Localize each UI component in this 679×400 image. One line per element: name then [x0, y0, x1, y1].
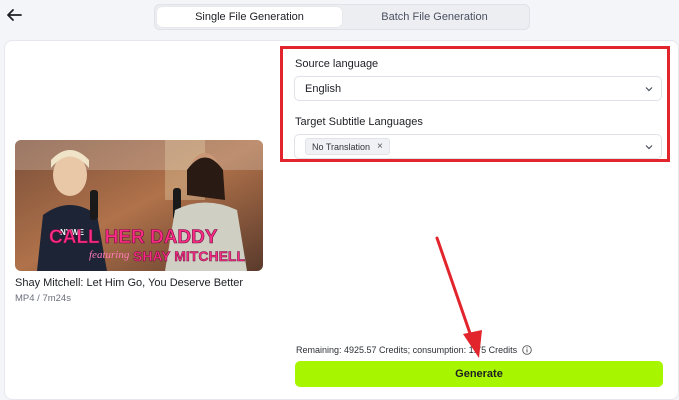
media-title: Shay Mitchell: Let Him Go, You Deserve B… [15, 277, 244, 289]
thumbnail-subtitle-text: featuring [89, 249, 130, 261]
tab-batch-file-generation[interactable]: Batch File Generation [342, 7, 527, 27]
info-icon[interactable] [522, 345, 532, 355]
credits-remaining: Remaining: 4925.57 Credits; consumption:… [296, 345, 532, 355]
thumbnail-name-text: SHAY MITCHELL [133, 248, 245, 264]
thumbnail-title-text: CALL HER DADDY [49, 227, 218, 248]
credits-remaining-text: Remaining: 4925.57 Credits; consumption:… [296, 345, 518, 355]
generate-button[interactable]: Generate [295, 361, 663, 387]
back-arrow-icon[interactable] [4, 5, 24, 25]
video-thumbnail-image: NYWE CALL HER DADDY featuring SHAY MITCH… [15, 140, 263, 271]
tab-single-file-generation[interactable]: Single File Generation [157, 7, 342, 27]
generation-mode-tabs: Single File Generation Batch File Genera… [154, 4, 530, 30]
annotation-highlight-box [280, 46, 670, 162]
video-thumbnail[interactable]: NYWE CALL HER DADDY featuring SHAY MITCH… [15, 140, 263, 271]
media-meta: MP4 / 7m24s [15, 293, 71, 304]
